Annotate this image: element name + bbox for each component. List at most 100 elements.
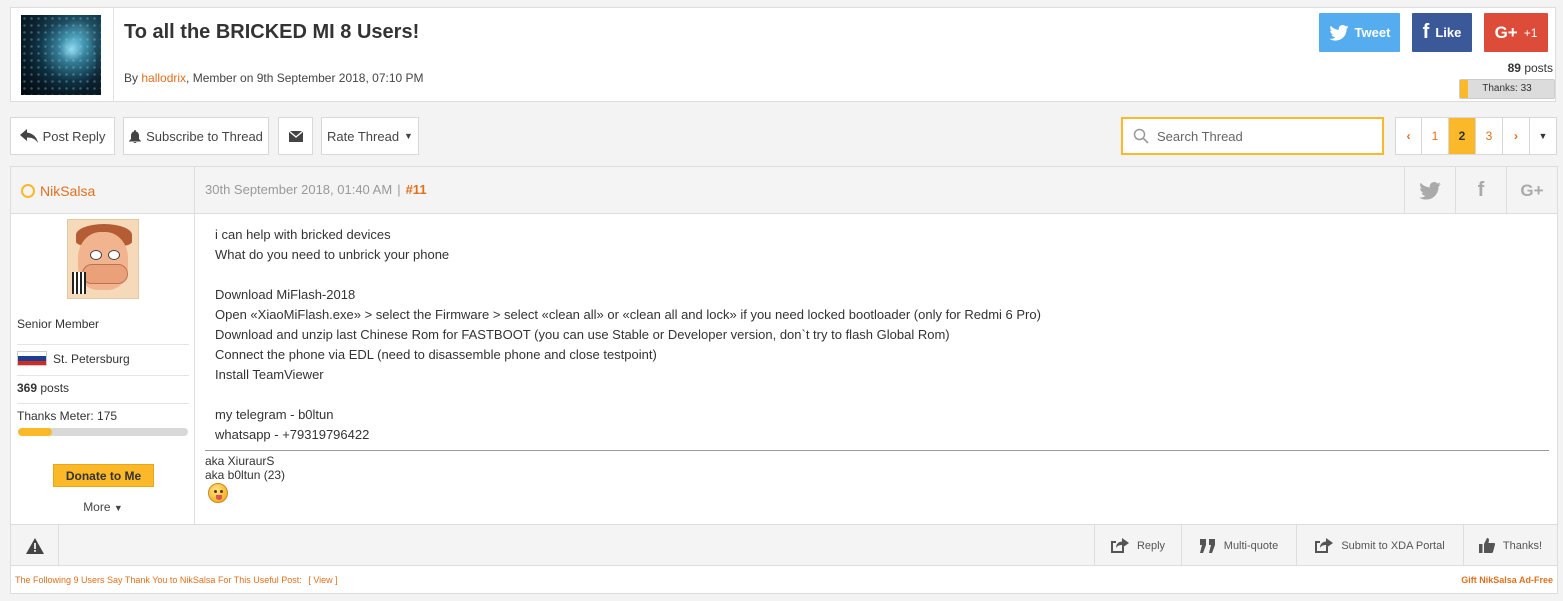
search-thread-input[interactable]: [1157, 128, 1357, 144]
multiquote-label: Multi-quote: [1223, 539, 1279, 552]
reply-button[interactable]: Reply: [1094, 525, 1181, 566]
avatar-cuff: [72, 272, 86, 294]
share-arrow-icon: [1315, 537, 1334, 553]
user-rank: Senior Member: [17, 317, 100, 331]
search-thread-box[interactable]: [1121, 117, 1384, 155]
russia-flag-icon: [17, 351, 47, 366]
report-post-button[interactable]: [11, 525, 59, 566]
thread-author-link[interactable]: hallodrix: [141, 71, 186, 85]
bell-icon: [129, 129, 142, 143]
post-number[interactable]: #11: [406, 182, 427, 197]
post-body-line: my telegram - b0ltun: [215, 407, 334, 422]
post-body-line: i can help with bricked devices: [215, 227, 391, 242]
post-signature: aka XiuraurS aka b0ltun (23): [205, 454, 285, 482]
thanks-meter-bar: [18, 428, 188, 436]
user-post-number: 369: [17, 381, 38, 395]
thread-thumbnail[interactable]: [21, 15, 101, 95]
page-link-3[interactable]: 3: [1476, 117, 1503, 155]
post-header: NikSalsa 30th September 2018, 01:40 AM | #…: [11, 167, 1557, 214]
page-link-2-current[interactable]: 2: [1449, 117, 1476, 155]
caret-down-icon: ▼: [113, 503, 123, 513]
byline-prefix: By: [124, 71, 142, 85]
post-message: i can help with bricked devices What do y…: [215, 225, 1041, 445]
rate-thread-label: Rate Thread: [327, 128, 400, 144]
thread-byline: By hallodrix, Member on 9th September 20…: [124, 71, 424, 85]
more-user-options[interactable]: More ▼: [11, 500, 195, 514]
avatar-eye-left: [90, 250, 102, 260]
thanks-summary-text: The Following 9 Users Say Thank You to N…: [15, 575, 302, 585]
facebook-like-button[interactable]: f Like: [1412, 13, 1472, 52]
post-body-line: [215, 385, 1041, 405]
email-thread-button[interactable]: [278, 117, 313, 155]
subscribe-label: Subscribe to Thread: [146, 128, 263, 144]
post-share-twitter[interactable]: [1404, 167, 1455, 214]
pagination: ‹ 1 2 3 › ▼: [1395, 117, 1557, 155]
twitter-icon: [1328, 24, 1349, 41]
thanks-meter-fill: [18, 428, 52, 436]
post-body-line: What do you need to unbrick your phone: [215, 247, 450, 262]
signature-line: aka b0ltun (23): [205, 468, 286, 482]
submit-portal-label: Submit to XDA Portal: [1341, 539, 1445, 552]
rate-thread-button[interactable]: Rate Thread ▼: [321, 117, 419, 155]
thanks-button[interactable]: Thanks!: [1463, 525, 1557, 566]
thread-posts-number: 89: [1507, 61, 1521, 75]
tongue-emoji-icon: [208, 483, 228, 503]
user-avatar[interactable]: [67, 219, 139, 299]
avatar-hand: [82, 264, 128, 284]
post-username[interactable]: NikSalsa: [40, 183, 95, 199]
warning-icon: [25, 537, 44, 554]
tweet-button[interactable]: Tweet: [1319, 13, 1400, 52]
post-date-line: 30th September 2018, 01:40 AM | #11: [205, 182, 427, 197]
post-body-line: Connect the phone via EDL (need to disas…: [215, 347, 657, 362]
prev-page-button[interactable]: ‹: [1395, 117, 1422, 155]
thanks-view-link[interactable]: [ View ]: [308, 575, 337, 585]
post-body-line: Install TeamViewer: [215, 367, 324, 382]
page-link-1[interactable]: 1: [1422, 117, 1449, 155]
signature-divider: [205, 450, 1549, 451]
post-reply-button[interactable]: Post Reply: [10, 117, 115, 155]
google-plus-button[interactable]: G+ +1: [1484, 13, 1548, 52]
thumbs-up-icon: [1478, 538, 1495, 553]
caret-down-icon: ▼: [404, 131, 413, 141]
chevron-right-icon: ›: [1514, 129, 1518, 143]
thread-title: To all the BRICKED MI 8 Users!: [124, 21, 420, 43]
submit-portal-button[interactable]: Submit to XDA Portal: [1296, 525, 1463, 566]
post-body-line: [215, 265, 1041, 285]
google-plus-icon: G+: [1520, 180, 1544, 200]
post-container: NikSalsa 30th September 2018, 01:40 AM | #…: [10, 166, 1558, 594]
google-plus-count: +1: [1523, 25, 1538, 40]
donate-button[interactable]: Donate to Me: [53, 464, 154, 487]
post-user-sidebar: Senior Member St. Petersburg 369 posts T…: [11, 214, 195, 524]
post-body-line: whatsapp - +79319796422: [215, 427, 370, 442]
user-post-count: 369 posts: [17, 375, 189, 402]
thanks-label: Thanks!: [1502, 539, 1543, 552]
thread-posts-label: posts: [1520, 61, 1553, 75]
user-location-label: St. Petersburg: [53, 351, 130, 366]
caret-down-icon: ▼: [1538, 131, 1548, 141]
post-share-facebook[interactable]: f: [1455, 167, 1506, 214]
subscribe-thread-button[interactable]: Subscribe to Thread: [123, 117, 269, 155]
post-user-header: NikSalsa: [11, 167, 195, 214]
thanks-meter-label: Thanks Meter: 175: [17, 403, 189, 423]
like-label: Like: [1435, 25, 1462, 40]
reply-arrow-icon: [19, 129, 38, 143]
thread-header: To all the BRICKED MI 8 Users! By hallod…: [10, 7, 1556, 102]
post-body-line: Download and unzip last Chinese Rom for …: [215, 327, 950, 342]
envelope-icon: [288, 130, 303, 142]
google-plus-icon: G+: [1494, 22, 1518, 42]
post-share-google-plus[interactable]: G+: [1506, 167, 1557, 214]
next-page-button[interactable]: ›: [1503, 117, 1530, 155]
thanks-summary: The Following 9 Users Say Thank You to N…: [15, 575, 338, 585]
post-footer: Reply Multi-quote Submit to XDA Portal T…: [11, 524, 1557, 566]
post-body-line: Download MiFlash-2018: [215, 287, 356, 302]
search-icon: [1133, 128, 1149, 144]
multiquote-button[interactable]: Multi-quote: [1181, 525, 1296, 566]
thread-thanks-fill: [1460, 80, 1468, 98]
post-body-line: Open «XiaoMiFlash.exe» > select the Firm…: [215, 307, 1041, 322]
reply-label: Reply: [1136, 539, 1166, 552]
share-arrow-icon: [1110, 537, 1129, 553]
user-post-label: posts: [37, 381, 70, 395]
page-jump-dropdown[interactable]: ▼: [1530, 117, 1557, 155]
gift-ad-free-link[interactable]: Gift NikSalsa Ad-Free: [1461, 575, 1553, 585]
thread-thumbnail-frame: [11, 8, 114, 101]
